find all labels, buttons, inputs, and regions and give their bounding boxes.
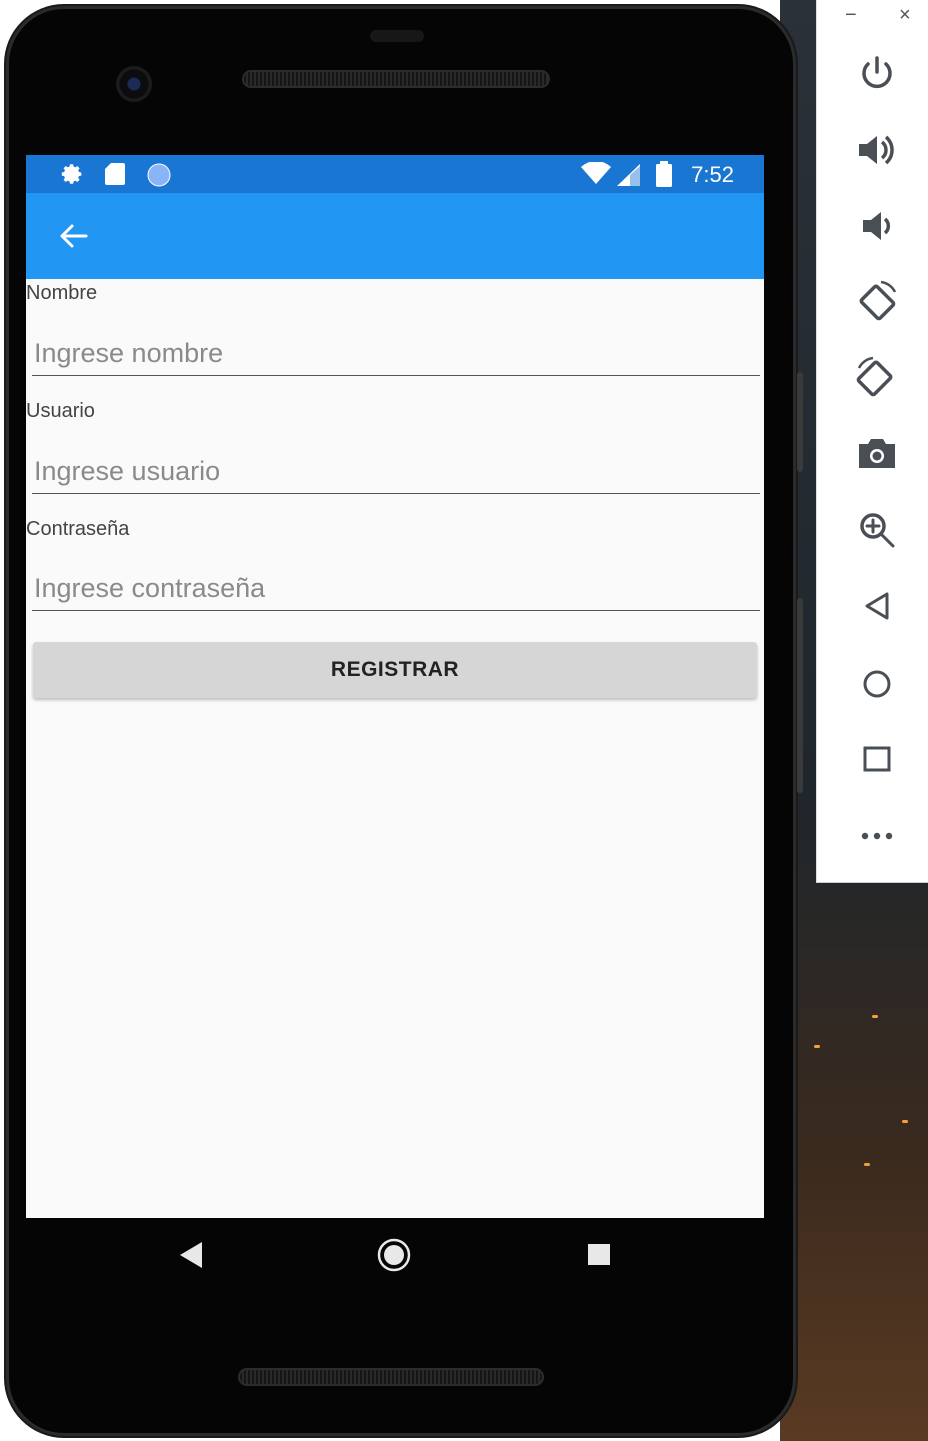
- recents-square-icon[interactable]: [586, 1243, 612, 1272]
- volume-up-icon: [859, 135, 894, 165]
- circle-icon: [146, 163, 172, 192]
- side-button: [797, 598, 803, 793]
- sd-card-icon: [104, 162, 126, 191]
- phone-screen: 7:52 Nombre Usuario Contraseña REGISTRAR: [26, 155, 764, 1218]
- signal-icon: [616, 163, 642, 192]
- zoom-icon: [860, 513, 895, 548]
- arrow-left-icon: [60, 224, 88, 248]
- rotate-right-icon: [856, 356, 893, 397]
- power-button[interactable]: [853, 50, 901, 98]
- overview-button[interactable]: [853, 734, 901, 782]
- volume-up-button[interactable]: [853, 126, 901, 174]
- wallpaper-light: [864, 1163, 870, 1166]
- wifi-icon: [580, 161, 612, 191]
- power-icon: [862, 56, 892, 89]
- zoom-button[interactable]: [853, 506, 901, 554]
- rotate-right-button[interactable]: [853, 354, 901, 402]
- home-circle-icon[interactable]: [375, 1237, 413, 1278]
- volume-down-button[interactable]: [853, 202, 901, 250]
- nombre-input[interactable]: [32, 331, 760, 376]
- nombre-label: Nombre: [26, 282, 98, 304]
- usuario-label: Usuario: [26, 400, 95, 422]
- wallpaper-light: [872, 1015, 878, 1018]
- earpiece-speaker: [242, 70, 550, 88]
- wallpaper-light: [814, 1045, 820, 1048]
- contrasena-label: Contraseña: [26, 518, 130, 540]
- back-button-emulator[interactable]: [853, 582, 901, 630]
- navigation-bar: [26, 1218, 764, 1290]
- back-button[interactable]: [50, 213, 98, 259]
- back-icon: [865, 592, 889, 620]
- overview-icon: [863, 746, 891, 772]
- camera-icon: [859, 439, 895, 468]
- emulator-toolbar: − ×: [816, 0, 928, 883]
- rotate-left-button[interactable]: [853, 278, 901, 326]
- battery-icon: [654, 161, 674, 192]
- gear-icon: [59, 163, 85, 192]
- bottom-speaker: [238, 1368, 544, 1386]
- front-camera: [116, 66, 152, 102]
- close-button[interactable]: ×: [899, 4, 911, 27]
- app-bar: [26, 193, 764, 279]
- back-triangle-icon[interactable]: [176, 1238, 206, 1277]
- more-button[interactable]: [853, 810, 901, 858]
- status-time: 7:52: [691, 162, 734, 187]
- rotate-left-icon: [859, 280, 897, 321]
- home-icon: [863, 670, 891, 698]
- minimize-button[interactable]: −: [845, 4, 857, 27]
- side-button: [797, 372, 803, 472]
- home-button-emulator[interactable]: [853, 658, 901, 706]
- more-icon: [861, 832, 893, 840]
- contrasena-input[interactable]: [32, 566, 760, 611]
- usuario-input[interactable]: [32, 449, 760, 494]
- status-bar: 7:52: [26, 155, 764, 193]
- wallpaper-light: [902, 1120, 908, 1123]
- register-button[interactable]: REGISTRAR: [33, 642, 757, 698]
- screenshot-button[interactable]: [853, 430, 901, 478]
- volume-down-icon: [863, 212, 891, 240]
- top-slot: [370, 30, 424, 42]
